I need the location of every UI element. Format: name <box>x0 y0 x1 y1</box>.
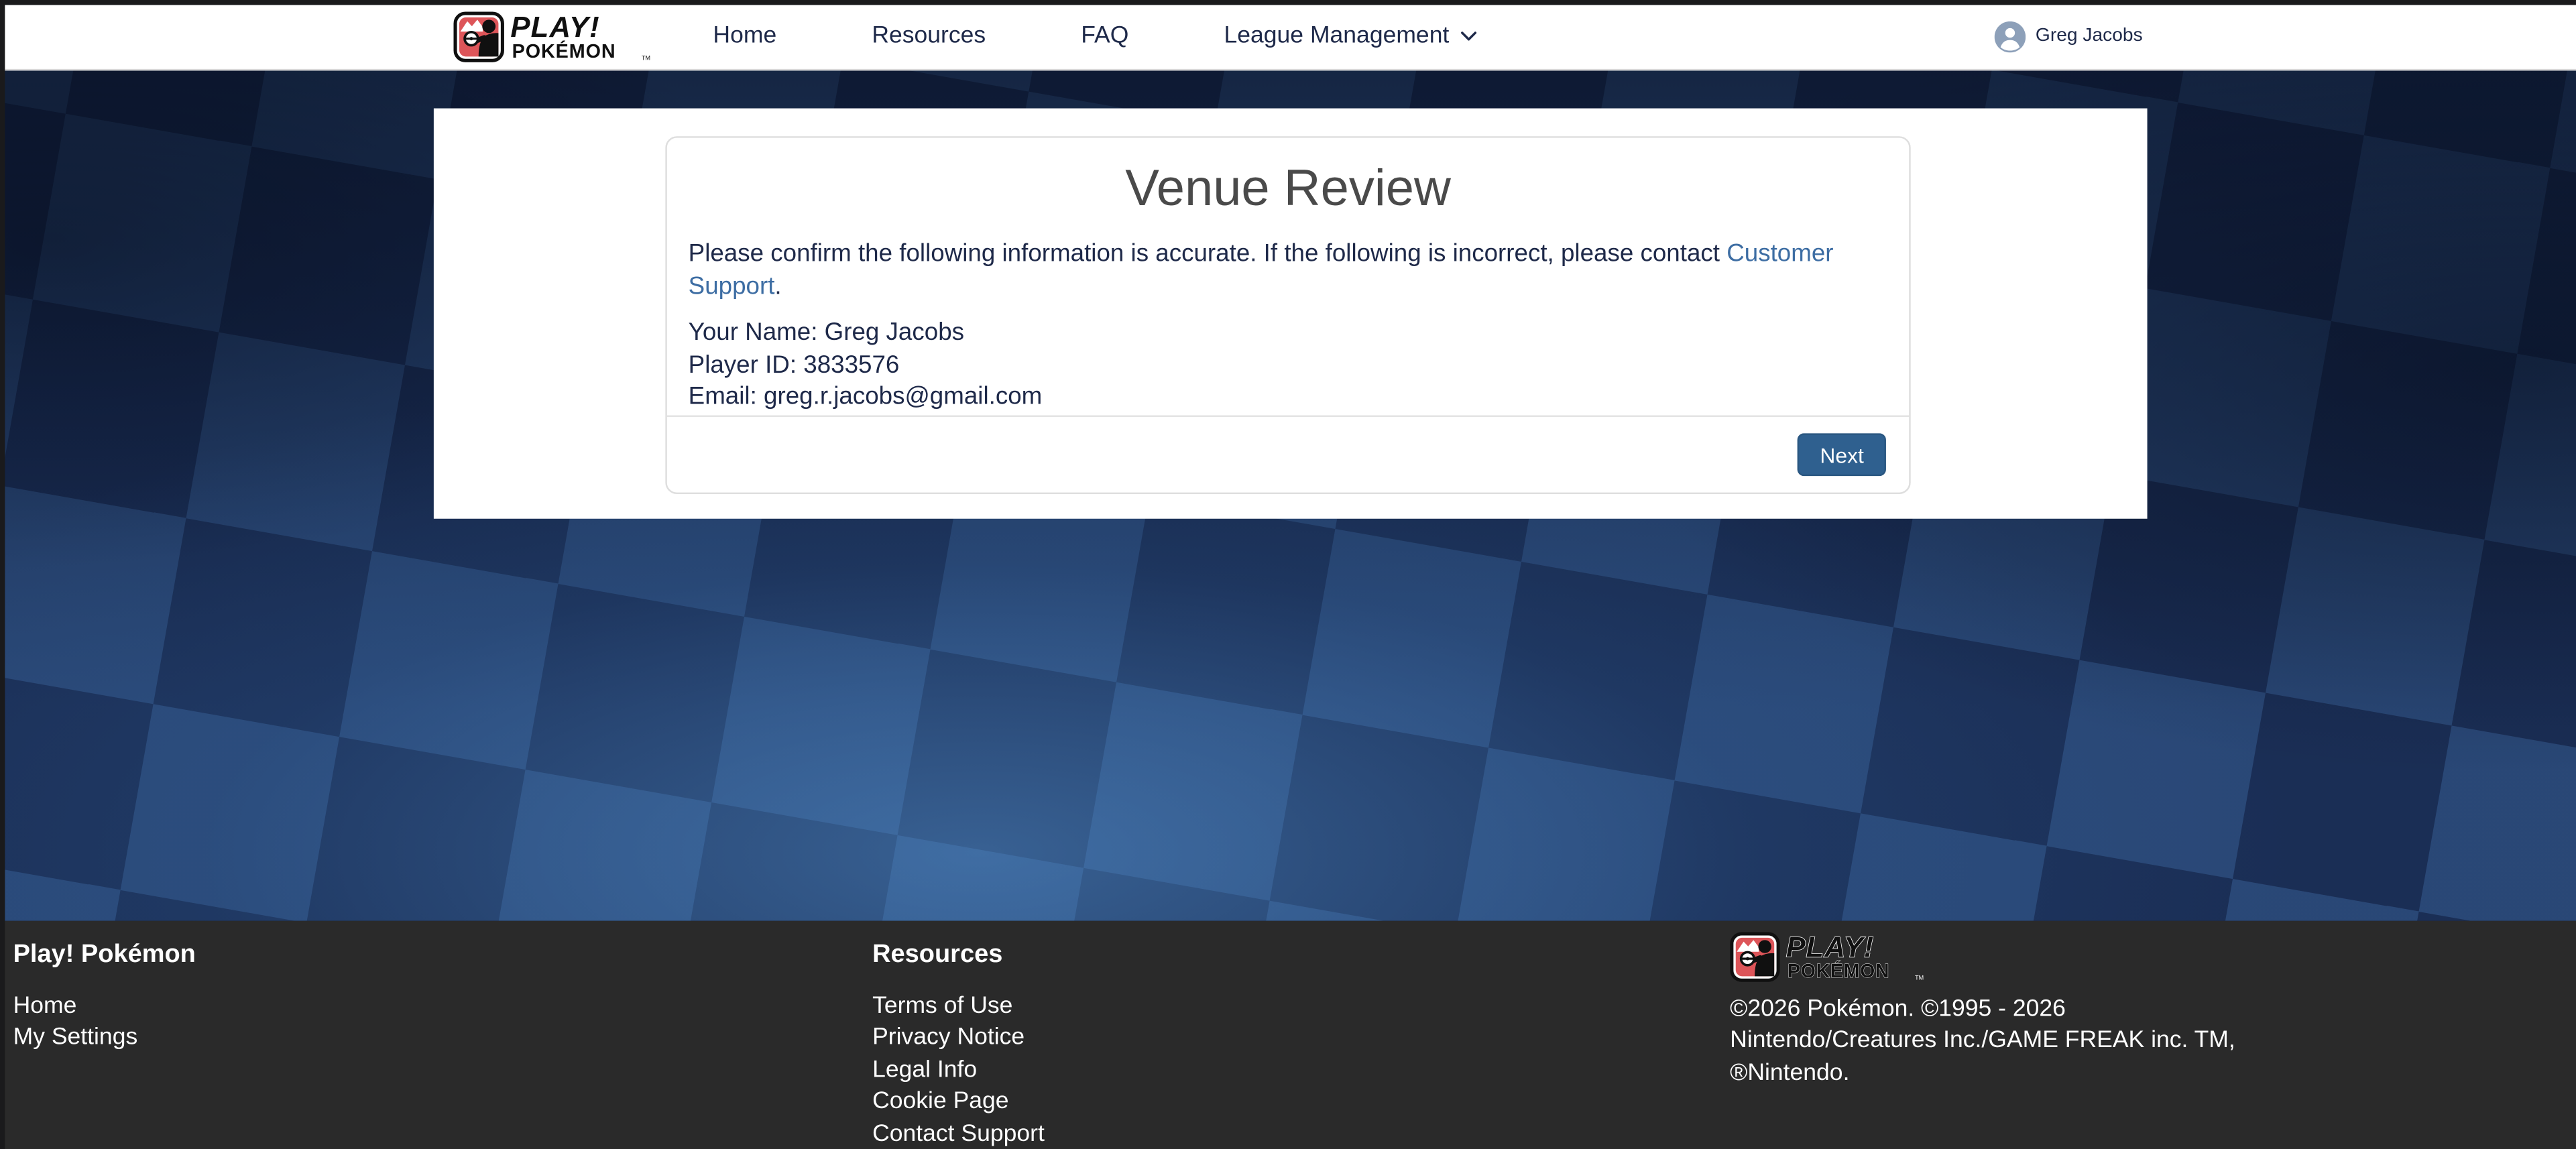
user-menu[interactable]: Greg Jacobs <box>1995 5 2143 68</box>
page-title: Venue Review <box>689 160 1888 219</box>
player-info: Your Name: Greg Jacobs Player ID: 383357… <box>689 317 1888 414</box>
svg-text:POKÉMON: POKÉMON <box>1788 959 1889 981</box>
intro-text: Please confirm the following information… <box>689 238 1888 302</box>
player-id-value: 3833576 <box>803 351 899 379</box>
svg-text:TM: TM <box>1915 973 1924 980</box>
chevron-down-icon <box>1461 32 1478 42</box>
nav-league-management-label: League Management <box>1224 23 1450 50</box>
venue-review-card: Venue Review Please confirm the followin… <box>665 136 1910 494</box>
copyright-line-1: ©2026 Pokémon. ©1995 - 2026 <box>1730 994 2563 1026</box>
player-id-row: Player ID: 3833576 <box>689 349 1888 381</box>
card-footer: Next <box>667 415 1909 492</box>
nav-resources[interactable]: Resources <box>872 23 986 50</box>
user-name: Greg Jacobs <box>2036 27 2143 46</box>
footer-play-pokemon-logo: PLAY! POKÉMON TM <box>1730 930 1927 984</box>
footer-link-terms[interactable]: Terms of Use <box>872 991 1730 1023</box>
player-name-row: Your Name: Greg Jacobs <box>689 317 1888 349</box>
footer-col-play-pokemon: Play! Pokémon Home My Settings <box>13 940 873 1149</box>
player-email-row: Email: greg.r.jacobs@gmail.com <box>689 381 1888 414</box>
hero-background: Venue Review Please confirm the followin… <box>0 69 2576 920</box>
footer-link-cookie[interactable]: Cookie Page <box>872 1087 1730 1120</box>
nav-league-management[interactable]: League Management <box>1224 23 1477 50</box>
footer-link-home[interactable]: Home <box>13 991 873 1023</box>
svg-text:TM: TM <box>642 54 650 60</box>
svg-text:POKÉMON: POKÉMON <box>512 39 616 62</box>
player-email-value: greg.r.jacobs@gmail.com <box>764 383 1042 411</box>
page: PLAY! POKÉMON TM Home Resources FAQ Leag… <box>0 0 2576 1149</box>
footer-col-resources: Resources Terms of Use Privacy Notice Le… <box>872 940 1730 1149</box>
site-footer: Play! Pokémon Home My Settings Resources… <box>0 920 2576 1149</box>
player-name-value: Greg Jacobs <box>825 318 964 347</box>
nav-faq[interactable]: FAQ <box>1081 23 1128 50</box>
play-pokemon-logo-icon: PLAY! POKÉMON TM <box>453 11 654 63</box>
card-body: Venue Review Please confirm the followin… <box>667 138 1909 414</box>
copyright-line-3: ®Nintendo. <box>1730 1059 2563 1091</box>
intro-suffix: . <box>774 271 781 300</box>
player-name-label: Your Name: <box>689 318 818 347</box>
window-left-edge <box>0 0 4 1149</box>
avatar-icon <box>1995 21 2026 52</box>
intro-prefix: Please confirm the following information… <box>689 239 1720 267</box>
footer-columns: Play! Pokémon Home My Settings Resources… <box>0 920 2576 1149</box>
top-navbar: PLAY! POKÉMON TM Home Resources FAQ Leag… <box>0 5 2576 70</box>
nav-home[interactable]: Home <box>713 23 776 50</box>
main-nav: Home Resources FAQ League Management <box>713 5 1477 68</box>
footer-link-contact[interactable]: Contact Support <box>872 1120 1730 1149</box>
play-pokemon-logo[interactable]: PLAY! POKÉMON TM <box>453 11 654 63</box>
svg-text:PLAY!: PLAY! <box>1786 930 1874 963</box>
player-id-label: Player ID: <box>689 351 797 379</box>
copyright-line-2: Nintendo/Creatures Inc./GAME FREAK inc. … <box>1730 1026 2563 1059</box>
footer-link-my-settings[interactable]: My Settings <box>13 1023 873 1055</box>
player-email-label: Email: <box>689 383 757 411</box>
next-button[interactable]: Next <box>1798 433 1886 476</box>
svg-text:PLAY!: PLAY! <box>510 11 600 43</box>
footer-heading-resources: Resources <box>872 940 1730 969</box>
window-top-edge <box>0 0 2576 5</box>
footer-heading-play-pokemon: Play! Pokémon <box>13 940 873 969</box>
content-panel: Venue Review Please confirm the followin… <box>434 107 2148 518</box>
footer-play-pokemon-logo-icon: PLAY! POKÉMON TM <box>1730 930 1927 984</box>
footer-link-legal[interactable]: Legal Info <box>872 1055 1730 1087</box>
footer-link-privacy[interactable]: Privacy Notice <box>872 1023 1730 1055</box>
footer-col-legal: PLAY! POKÉMON TM ©2026 Pokémon. ©1995 - … <box>1730 930 2563 1149</box>
